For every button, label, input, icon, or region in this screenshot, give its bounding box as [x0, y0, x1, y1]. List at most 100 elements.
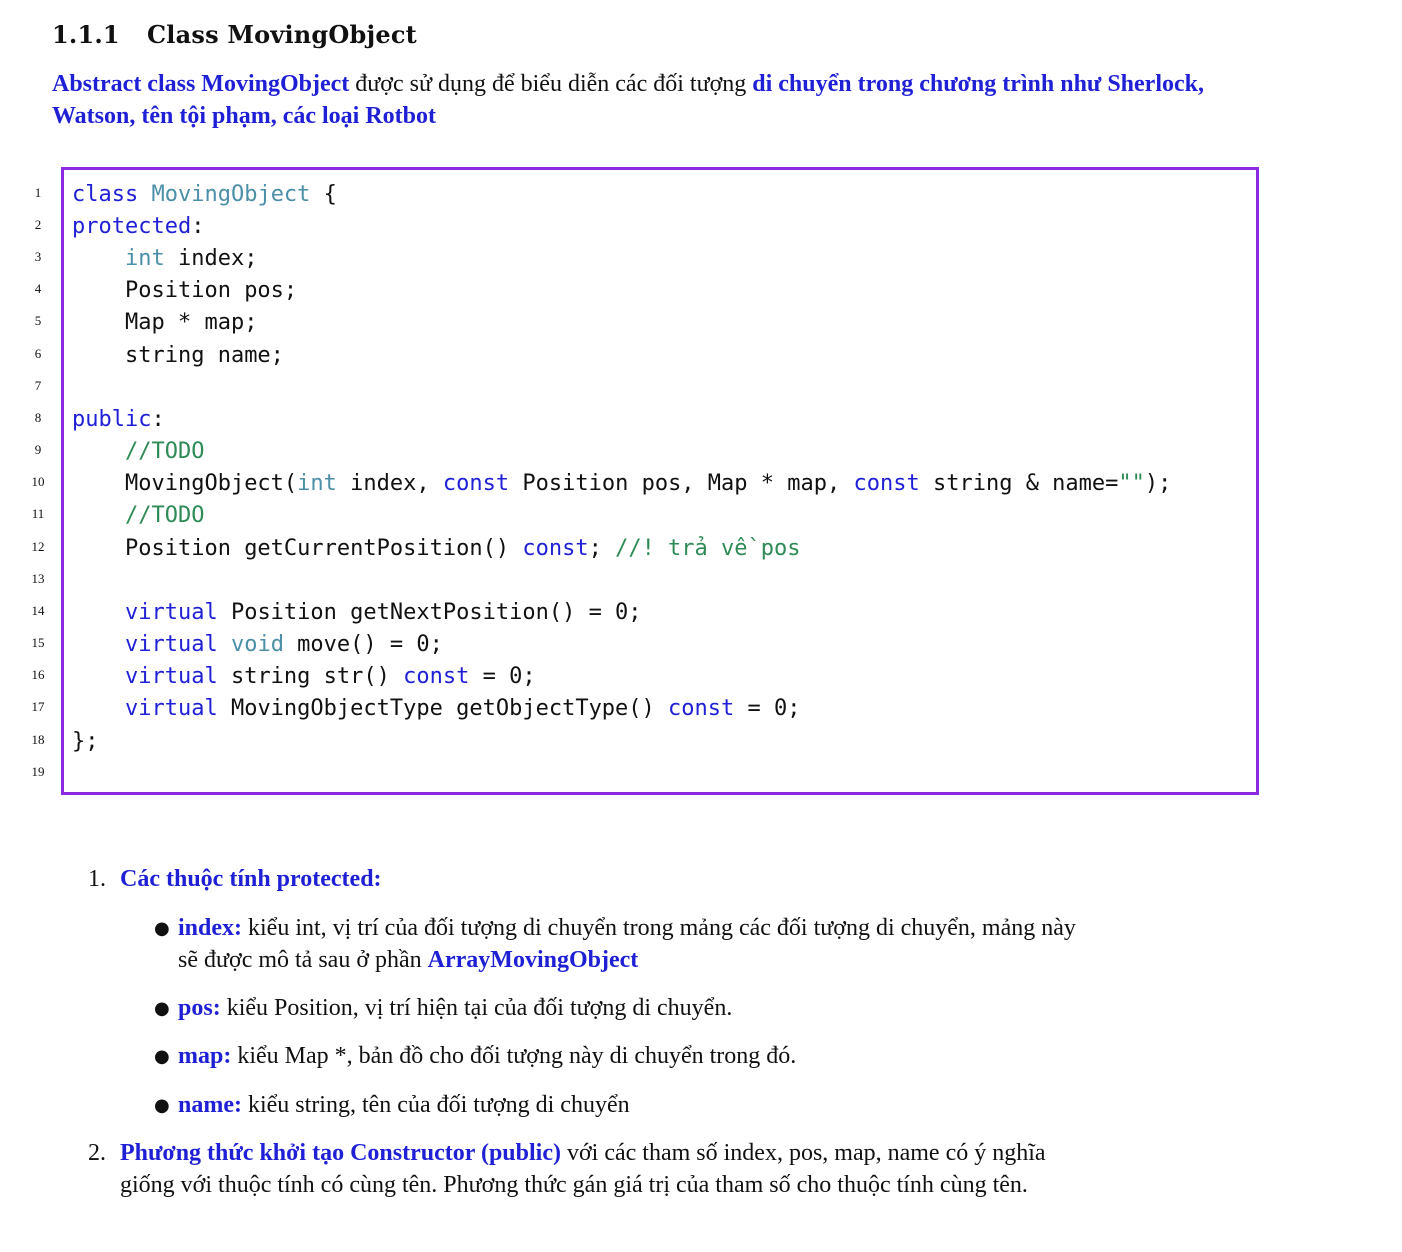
code-line: 19: [0, 755, 1340, 787]
code-token: const: [522, 536, 589, 561]
code-comment: //TODO: [124, 503, 205, 528]
list-item-title: Các thuộc tính protected:: [120, 866, 382, 892]
bullet-text: kiểu Position, vị trí hiện tại của đối t…: [220, 995, 733, 1021]
bullet-icon: ●: [154, 1095, 170, 1116]
code-token: void: [230, 632, 284, 657]
section-number: 1.1.1: [52, 20, 120, 49]
code-token: Position getNextPosition() = 0;: [217, 600, 642, 625]
list-item: pos: kiểu Position, vị trí hiện tại của …: [178, 992, 732, 1024]
code-token: virtual: [124, 696, 218, 721]
line-number: 3: [34, 249, 42, 264]
list-item-title: Phương thức khởi tạo Constructor (public…: [120, 1140, 561, 1166]
bullet-icon: ●: [154, 1046, 170, 1067]
bullet-label: name:: [178, 1092, 242, 1118]
line-number: 19: [31, 764, 45, 779]
intro-paragraph: Abstract class MovingObject được sử dụng…: [52, 68, 1277, 132]
code-line: 18};: [0, 723, 1340, 755]
list-item-text: với các tham số index, pos, map, name có…: [560, 1140, 1046, 1166]
code-token: {: [310, 182, 337, 207]
line-number: 7: [34, 378, 42, 393]
line-number: 4: [34, 281, 42, 296]
code-token: string & name=: [919, 471, 1119, 496]
line-number: 1: [34, 185, 42, 200]
line-number: 8: [34, 410, 42, 425]
line-number: 15: [31, 635, 45, 650]
code-token: Position getCurrentPosition(): [124, 536, 523, 561]
code-token: move() = 0;: [283, 632, 443, 657]
list-item: Phương thức khởi tạo Constructor (public…: [120, 1137, 1280, 1201]
line-number: 17: [31, 699, 45, 714]
code-line: 16 virtual string str() const = 0;: [0, 658, 1340, 690]
bullet-text: kiểu string, tên của đối tượng di chuyển: [241, 1092, 630, 1118]
code-token: index,: [336, 471, 443, 496]
code-token: Map * map;: [124, 310, 258, 335]
bullet-text: kiểu int, vị trí của đối tượng di chuyển…: [242, 915, 1076, 941]
code-token: :: [151, 407, 165, 432]
line-number: 18: [31, 732, 45, 747]
intro-lead: Abstract class MovingObject: [52, 71, 350, 97]
code-token: MovingObjectType getObjectType(): [217, 696, 669, 721]
code-comment: //! trả về pos: [615, 536, 801, 561]
code-comment: //TODO: [124, 439, 205, 464]
code-line: 1 class MovingObject {: [0, 176, 1340, 208]
line-number: 12: [31, 539, 45, 554]
code-line: 3 int index;: [0, 240, 1340, 272]
line-number: 9: [34, 442, 42, 457]
code-token: protected: [72, 214, 192, 239]
list-item: map: kiểu Map *, bản đồ cho đối tượng nà…: [178, 1040, 796, 1072]
intro-middle: được sử dụng để biểu diễn các đối tượng: [349, 71, 753, 97]
code-token: int: [297, 471, 337, 496]
code-line: 13: [0, 562, 1340, 594]
section-title: Class MovingObject: [147, 20, 417, 49]
code-token: string name;: [124, 343, 284, 368]
code-token: const: [853, 471, 920, 496]
list-item: name: kiểu string, tên của đối tượng di …: [178, 1089, 630, 1121]
bullet-reference: ArrayMovingObject: [427, 947, 639, 973]
code-token: virtual: [124, 600, 218, 625]
code-line: 17 virtual MovingObjectType getObjectTyp…: [0, 690, 1340, 722]
section-heading: 1.1.1 Class MovingObject: [52, 20, 417, 49]
code-token: public: [72, 407, 152, 432]
line-number: 16: [31, 667, 45, 682]
line-number: 10: [31, 474, 45, 489]
list-item-text: giống với thuộc tính có cùng tên. Phương…: [120, 1172, 1028, 1198]
line-number: 13: [31, 571, 45, 586]
code-token: virtual: [124, 632, 218, 657]
code-line: 6 string name;: [0, 337, 1340, 369]
code-token: = 0;: [734, 696, 801, 721]
code-line: 7: [0, 369, 1340, 401]
code-token: index;: [164, 246, 258, 271]
code-token: const: [403, 664, 470, 689]
bullet-label: index:: [178, 915, 243, 941]
code-token: class: [72, 182, 139, 207]
list-number: 1.: [88, 866, 106, 892]
list-number: 2.: [88, 1140, 106, 1166]
code-line: 4 Position pos;: [0, 272, 1340, 304]
code-line: 10 MovingObject(int index, const Positio…: [0, 465, 1340, 497]
code-token: "": [1118, 471, 1145, 496]
code-token: );: [1144, 471, 1172, 496]
code-line: 14 virtual Position getNextPosition() = …: [0, 594, 1340, 626]
code-line: 5 Map * map;: [0, 304, 1340, 336]
code-token: string str(): [217, 664, 404, 689]
code-token: :: [191, 214, 205, 239]
code-line: 2 protected:: [0, 208, 1340, 240]
code-token: Position pos, Map * map,: [509, 471, 854, 496]
bullet-label: map:: [178, 1043, 232, 1069]
line-number: 14: [31, 603, 45, 618]
code-line: 11 //TODO: [0, 497, 1340, 529]
bullet-icon: ●: [154, 918, 170, 939]
code-token: MovingObject: [151, 182, 311, 207]
bullet-text: kiểu Map *, bản đồ cho đối tượng này di …: [231, 1043, 797, 1069]
bullet-text: sẽ được mô tả sau ở phần: [178, 947, 428, 973]
code-token: virtual: [124, 664, 218, 689]
bullet-label: pos:: [178, 995, 221, 1021]
line-number: 5: [34, 313, 42, 328]
code-token: const: [442, 471, 510, 496]
line-number: 6: [34, 346, 42, 361]
line-number: 2: [34, 217, 42, 232]
code-line: 15 virtual void move() = 0;: [0, 626, 1340, 658]
code-token: MovingObject(: [124, 471, 298, 496]
code-token: ;: [588, 536, 616, 561]
code-line: 9 //TODO: [0, 433, 1340, 465]
